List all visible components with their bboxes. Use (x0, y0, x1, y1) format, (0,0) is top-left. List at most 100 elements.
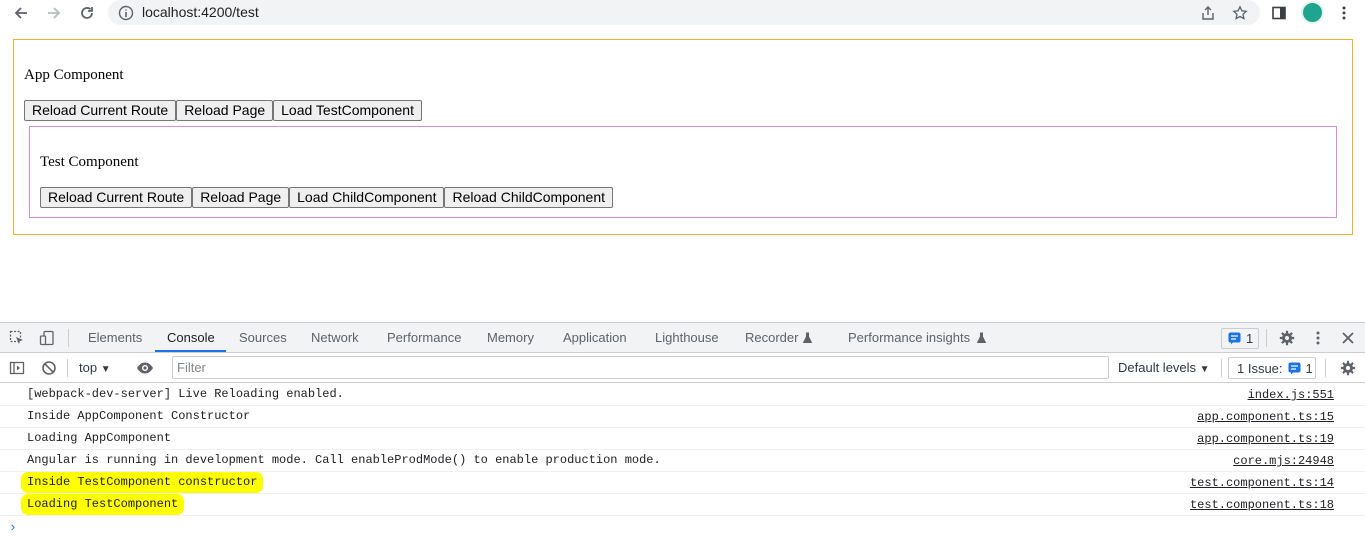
share-button[interactable] (1197, 2, 1219, 24)
star-icon (1232, 5, 1248, 20)
devtools-close-button[interactable] (1339, 329, 1357, 347)
message-icon (1288, 362, 1301, 374)
log-message: [webpack-dev-server] Live Reloading enab… (27, 387, 344, 401)
inspect-cursor-icon (9, 330, 23, 344)
issues-button[interactable]: 1 Issue: 1 (1228, 357, 1316, 379)
devtools-settings-button[interactable] (1278, 329, 1296, 347)
console-toolbar: top ▼ Default levels ▼ 1 Issue: 1 (0, 353, 1365, 383)
app-reload-page-button[interactable]: Reload Page (176, 100, 274, 121)
tab-divider (68, 329, 69, 347)
kebab-menu-icon (1316, 331, 1320, 345)
log-message: Inside AppComponent Constructor (27, 409, 251, 423)
device-toolbar-button[interactable] (38, 329, 56, 347)
reload-icon (81, 7, 93, 19)
log-levels-dropdown[interactable]: Default levels ▼ (1118, 360, 1210, 375)
log-message: Angular is running in development mode. … (27, 453, 661, 467)
gear-icon (1279, 330, 1295, 346)
inspect-element-button[interactable] (8, 329, 26, 347)
context-selector[interactable]: top ▼ (79, 360, 111, 375)
profile-avatar[interactable] (1301, 1, 1324, 24)
message-icon (1228, 332, 1241, 345)
arrow-left-icon (14, 7, 27, 19)
issues-label: 1 Issue: (1237, 360, 1283, 376)
dropdown-arrow-icon: ▼ (1199, 364, 1210, 375)
tab-console[interactable]: Console (167, 330, 215, 346)
log-source-link[interactable]: app.component.ts:15 (1197, 410, 1334, 425)
toolbar-divider (67, 359, 68, 377)
tab-memory[interactable]: Memory (487, 330, 534, 346)
reload-button[interactable] (76, 2, 98, 24)
browser-toolbar: localhost:4200/test (0, 0, 1365, 26)
tab-elements[interactable]: Elements (88, 330, 142, 346)
eye-icon (137, 362, 153, 374)
load-test-component-button[interactable]: Load TestComponent (273, 100, 422, 121)
flask-icon (801, 332, 813, 344)
log-row: [webpack-dev-server] Live Reloading enab… (0, 384, 1365, 406)
toolbar-divider (1221, 359, 1222, 377)
log-levels-label: Default levels (1118, 360, 1197, 375)
dropdown-arrow-icon: ▼ (100, 364, 111, 375)
test-button-row: Reload Current Route Reload Page Load Ch… (40, 187, 614, 208)
block-icon (42, 361, 56, 375)
info-icon (118, 5, 134, 21)
toolbar-divider (1325, 359, 1326, 377)
clear-console-button[interactable] (40, 359, 58, 377)
console-filter-input[interactable] (172, 356, 1109, 379)
show-sidebar-button[interactable] (8, 359, 26, 377)
tab-performance-insights[interactable]: Performance insights (848, 330, 970, 346)
close-icon (1342, 332, 1354, 344)
forward-button[interactable] (43, 2, 65, 24)
log-row: Angular is running in development mode. … (0, 450, 1365, 472)
log-message-highlighted: Loading TestComponent (24, 497, 182, 512)
reload-child-component-button[interactable]: Reload ChildComponent (444, 187, 614, 208)
test-component-heading: Test Component (40, 154, 139, 170)
back-button[interactable] (10, 2, 32, 24)
tab-lighthouse[interactable]: Lighthouse (655, 330, 719, 346)
tab-network[interactable]: Network (311, 330, 359, 346)
test-reload-current-route-button[interactable]: Reload Current Route (40, 187, 193, 208)
devtools-panel: Elements Console Sources Network Perform… (0, 322, 1365, 557)
tab-divider (1266, 329, 1267, 347)
tab-sources[interactable]: Sources (239, 330, 287, 346)
app-component-heading: App Component (24, 67, 124, 83)
url-text[interactable]: localhost:4200/test (142, 4, 259, 21)
gear-icon (1340, 360, 1356, 376)
console-settings-button[interactable] (1339, 359, 1357, 377)
kebab-menu-icon (1342, 6, 1346, 20)
address-bar[interactable] (108, 0, 1260, 25)
bookmark-button[interactable] (1229, 2, 1251, 24)
sidebar-toggle-icon (9, 361, 25, 375)
tab-application[interactable]: Application (563, 330, 627, 346)
issues-badge-button[interactable]: 1 (1221, 328, 1259, 349)
log-message: Loading AppComponent (27, 431, 172, 445)
console-prompt[interactable]: › (9, 520, 17, 535)
tab-recorder[interactable]: Recorder (745, 330, 798, 346)
log-row: Inside AppComponent Constructor app.comp… (0, 406, 1365, 428)
log-row: Loading AppComponent app.component.ts:19 (0, 428, 1365, 450)
log-row: Inside TestComponent constructor test.co… (0, 472, 1365, 494)
side-panel-icon (1272, 6, 1286, 20)
log-source-link[interactable]: test.component.ts:14 (1190, 476, 1334, 491)
tab-performance[interactable]: Performance (387, 330, 461, 346)
site-info-button[interactable] (115, 2, 137, 24)
devtools-more-button[interactable] (1309, 329, 1327, 347)
devtools-tab-bar: Elements Console Sources Network Perform… (0, 323, 1365, 353)
browser-menu-button[interactable] (1333, 2, 1355, 24)
app-reload-current-route-button[interactable]: Reload Current Route (24, 100, 177, 121)
log-source-link[interactable]: test.component.ts:18 (1190, 498, 1334, 513)
share-icon (1202, 6, 1214, 20)
arrow-right-icon (48, 7, 61, 19)
flask-icon (975, 332, 987, 344)
app-button-row: Reload Current Route Reload Page Load Te… (24, 100, 422, 121)
side-panel-button[interactable] (1268, 2, 1290, 24)
log-source-link[interactable]: app.component.ts:19 (1197, 432, 1334, 447)
live-expression-button[interactable] (135, 359, 155, 377)
device-icon (39, 330, 54, 346)
active-tab-indicator (155, 350, 226, 352)
issues-badge-count: 1 (1246, 331, 1254, 346)
load-child-component-button[interactable]: Load ChildComponent (289, 187, 445, 208)
test-reload-page-button[interactable]: Reload Page (192, 187, 290, 208)
log-source-link[interactable]: core.mjs:24948 (1233, 454, 1334, 469)
log-message-highlighted: Inside TestComponent constructor (24, 475, 261, 490)
log-source-link[interactable]: index.js:551 (1248, 388, 1334, 403)
